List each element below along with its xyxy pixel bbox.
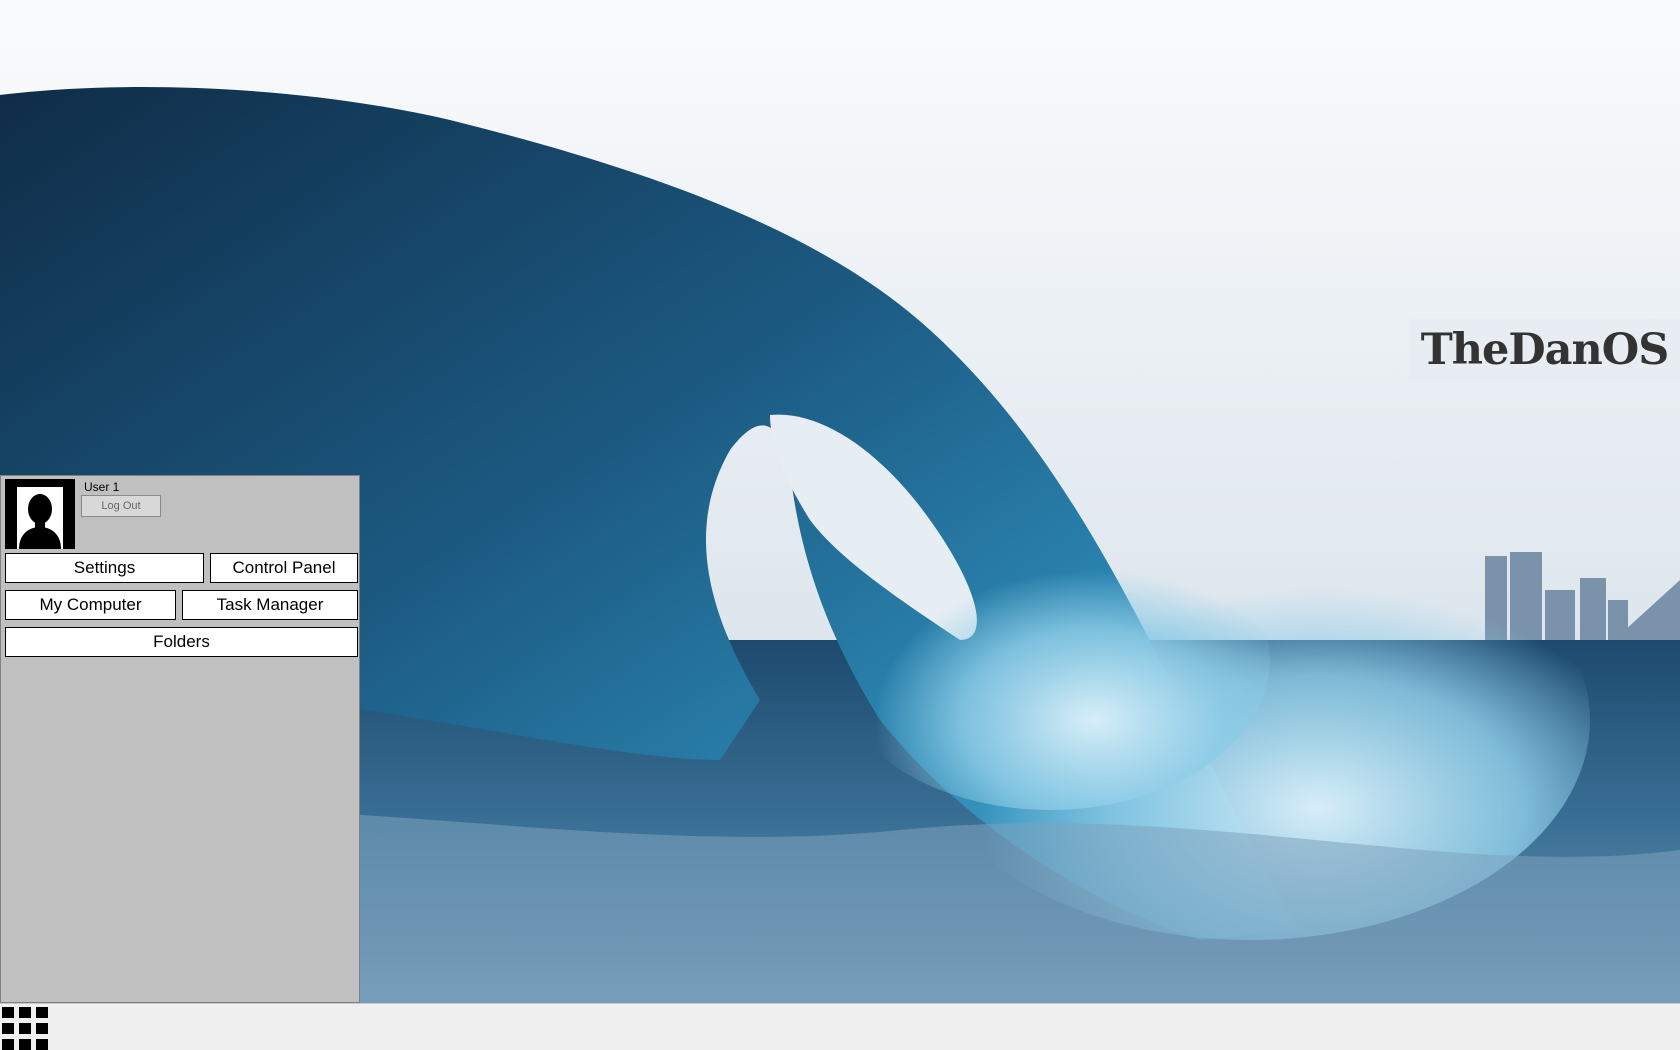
folders-button[interactable]: Folders: [5, 627, 358, 657]
thedanos-logo: TheDanOS: [1409, 319, 1680, 381]
desktop: TheDanOS User 1 Log Out Settings Control…: [0, 0, 1680, 1003]
task-manager-button[interactable]: Task Manager: [182, 590, 358, 620]
taskbar: [0, 1003, 1680, 1050]
logo-text: TheDanOS: [1420, 325, 1670, 375]
start-menu: User 1 Log Out Settings Control Panel My…: [0, 475, 360, 1003]
logout-button[interactable]: Log Out: [81, 495, 161, 517]
user-avatar-icon: [5, 479, 75, 549]
settings-button[interactable]: Settings: [5, 553, 204, 583]
my-computer-button[interactable]: My Computer: [5, 590, 176, 620]
username-label: User 1: [84, 480, 120, 494]
control-panel-button[interactable]: Control Panel: [210, 553, 358, 583]
start-button[interactable]: [2, 1005, 48, 1050]
